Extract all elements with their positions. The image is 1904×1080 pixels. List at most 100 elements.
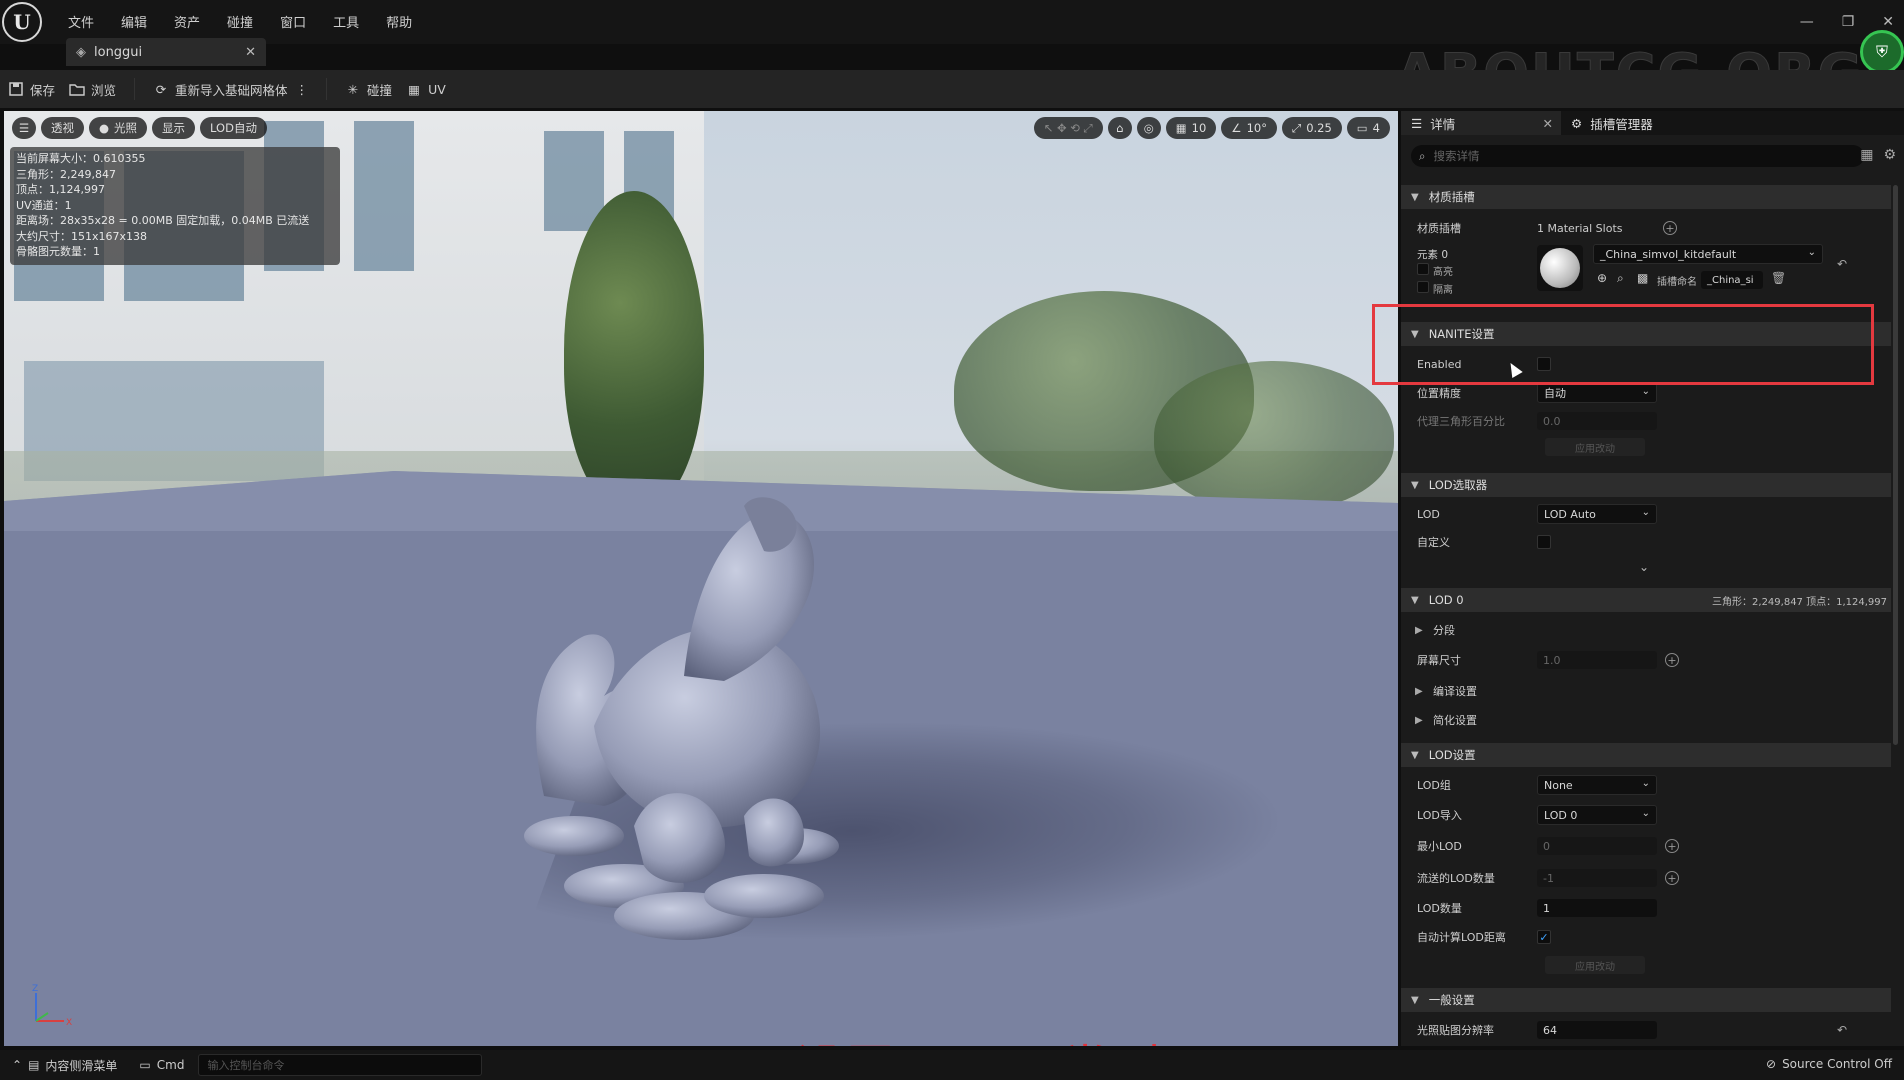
content-drawer-button[interactable]: ⌃ ▤ 内容侧滑菜单 (12, 1057, 117, 1074)
streamed-lod-field[interactable]: -1 (1537, 869, 1657, 887)
lod-select[interactable]: LOD Auto ⌄ (1537, 504, 1657, 524)
chevron-down-icon: ▼ (1411, 594, 1419, 606)
close-icon[interactable]: ✕ (1882, 14, 1894, 30)
terminal-icon: ▭ (139, 1058, 151, 1072)
document-tab[interactable]: ◈ longgui ✕ (66, 38, 266, 66)
delete-icon[interactable]: 🗑 (1771, 271, 1786, 285)
add-slot-icon[interactable]: + (1663, 221, 1677, 235)
reimport-base-mesh-button[interactable]: ⟳ 重新导入基础网格体 ⋮ (153, 80, 308, 99)
more-options-icon[interactable]: ⋮ (296, 82, 309, 97)
material-options-icon[interactable]: ▩ (1637, 271, 1648, 285)
panel-tabs: ☰ 详情 ✕ ⚙ 插槽管理器 (1401, 111, 1904, 135)
lod-count-field[interactable]: 1 (1537, 899, 1657, 917)
chevron-down-icon: ▼ (1411, 749, 1419, 761)
scale-snap-button[interactable]: ⤢ 0.25 (1281, 117, 1342, 139)
tab-close-icon[interactable]: ✕ (1543, 116, 1553, 131)
menu-collision[interactable]: 碰撞 (227, 12, 253, 31)
expand-chevron-icon[interactable]: ⌄ (1639, 560, 1649, 574)
viewport[interactable]: ☰ 透视 ● 光照 显示 LOD自动 ↖ ✥ ⟲ ⤢ ⌂ ◎ ▦ 10 ∠ 10° ⤢… (4, 111, 1398, 1046)
browse-asset-icon[interactable]: ⌕ (1617, 271, 1624, 286)
custom-lod-checkbox[interactable] (1537, 535, 1551, 549)
lit-mode-button[interactable]: ● 光照 (89, 117, 148, 139)
proxy-percent-field[interactable]: 0.0 (1537, 412, 1657, 430)
row-build-settings[interactable]: ▶ 编译设置 (1401, 679, 1891, 703)
uv-button[interactable]: ▦ UV (406, 81, 446, 97)
cmd-button[interactable]: ▭ Cmd (139, 1058, 184, 1072)
tab-details[interactable]: ☰ 详情 ✕ (1401, 111, 1561, 135)
chevron-right-icon: ▶ (1415, 624, 1423, 636)
reset-arrow-icon[interactable]: ↶ (1837, 1023, 1847, 1037)
viewport-menu-button[interactable]: ☰ (12, 117, 36, 139)
row-reduction-settings[interactable]: ▶ 简化设置 (1401, 708, 1891, 732)
add-icon[interactable]: + (1665, 839, 1679, 853)
position-precision-select[interactable]: 自动 ⌄ (1537, 383, 1657, 403)
section-general-settings[interactable]: ▼ 一般设置 (1401, 988, 1891, 1012)
camera-speed-button[interactable]: ▭ 4 (1346, 117, 1390, 139)
slot-name-field[interactable]: _China_si (1701, 271, 1763, 289)
restore-icon[interactable]: ❐ (1842, 14, 1855, 30)
stat-primitive-count: 骨骼图元数量：1 (16, 245, 100, 258)
tab-socket-manager[interactable]: ⚙ 插槽管理器 (1561, 111, 1663, 135)
chevron-down-icon: ⌄ (1641, 507, 1650, 518)
grid-icon: ▦ (1175, 121, 1187, 135)
grid-view-icon[interactable]: ▦ (1860, 147, 1873, 163)
menu-edit[interactable]: 编辑 (121, 12, 147, 31)
row-streamed-lod: 流送的LOD数量 -1 + (1401, 866, 1891, 890)
material-select[interactable]: _China_simvol_kitdefault ⌄ (1593, 244, 1823, 264)
use-selected-icon[interactable]: ⊕ (1597, 271, 1607, 285)
lightmap-resolution-field[interactable]: 64 (1537, 1021, 1657, 1039)
row-apply-lod: 应用改动 (1401, 953, 1891, 977)
console-command-input[interactable]: 输入控制台命令 (198, 1054, 483, 1076)
search-icon: ⌕ (1419, 148, 1426, 163)
lod-import-select[interactable]: LOD 0 ⌄ (1537, 805, 1657, 825)
apply-changes-button[interactable]: 应用改动 (1545, 956, 1645, 974)
apply-changes-button[interactable]: 应用改动 (1545, 438, 1645, 456)
row-lod-count: LOD数量 1 (1401, 896, 1891, 920)
source-control-icon: ⊘ (1766, 1057, 1777, 1071)
tab-close-icon[interactable]: ✕ (245, 45, 256, 60)
menu-window[interactable]: 窗口 (280, 12, 306, 31)
section-lod0[interactable]: ▼ LOD 0 三角形：2,249,847 顶点：1,124,997 (1401, 588, 1891, 612)
row-material-slots: 材质插槽 1 Material Slots + (1401, 216, 1891, 240)
menu-asset[interactable]: 资产 (174, 12, 200, 31)
add-icon[interactable]: + (1665, 871, 1679, 885)
transform-tools-group[interactable]: ↖ ✥ ⟲ ⤢ (1033, 117, 1103, 139)
mesh-icon: ◈ (76, 44, 86, 60)
highlight-checkbox[interactable] (1417, 263, 1429, 275)
main-menu: 文件 编辑 资产 碰撞 窗口 工具 帮助 (44, 0, 439, 31)
screen-size-field[interactable]: 1.0 (1537, 651, 1657, 669)
isolate-checkbox[interactable] (1417, 281, 1429, 293)
section-material-slots[interactable]: ▼ 材质插槽 (1401, 185, 1891, 209)
collision-button[interactable]: ✳ 碰撞 (345, 80, 392, 99)
tutorial-caption: 设置nanite类型 (794, 1029, 1162, 1046)
chevron-down-icon: ▼ (1411, 479, 1419, 491)
auto-lod-distance-checkbox[interactable]: ✓ (1537, 930, 1551, 944)
perspective-button[interactable]: 透视 (41, 117, 84, 139)
document-tab-row: ◈ longgui ✕ (0, 38, 1904, 66)
row-sections[interactable]: ▶ 分段 (1401, 618, 1891, 642)
material-thumbnail[interactable] (1537, 245, 1583, 291)
scale-icon: ⤢ (1291, 120, 1302, 135)
min-lod-field[interactable]: 0 (1537, 837, 1657, 855)
settings-gear-icon[interactable]: ⚙ (1883, 147, 1896, 163)
lod-group-select[interactable]: None ⌄ (1537, 775, 1657, 795)
grid-snap-button[interactable]: ▦ 10 (1165, 117, 1217, 139)
minimize-icon[interactable]: — (1800, 14, 1814, 30)
add-icon[interactable]: + (1665, 653, 1679, 667)
menu-help[interactable]: 帮助 (386, 12, 412, 31)
browse-button[interactable]: 浏览 (69, 80, 116, 99)
details-scrollbar[interactable] (1893, 185, 1898, 745)
reset-arrow-icon[interactable]: ↶ (1837, 257, 1847, 271)
menu-file[interactable]: 文件 (68, 12, 94, 31)
section-lod-settings[interactable]: ▼ LOD设置 (1401, 743, 1891, 767)
show-button[interactable]: 显示 (152, 117, 196, 139)
source-control-button[interactable]: ⊘ Source Control Off (1766, 1057, 1892, 1071)
details-search-input[interactable]: ⌕ 搜索详情 (1411, 145, 1864, 167)
world-local-icon[interactable]: ◎ (1136, 117, 1161, 139)
menu-tools[interactable]: 工具 (333, 12, 359, 31)
surface-snapping-icon[interactable]: ⌂ (1107, 117, 1132, 139)
section-lod-picker[interactable]: ▼ LOD选取器 (1401, 473, 1891, 497)
lod-auto-button[interactable]: LOD自动 (200, 117, 267, 139)
save-button[interactable]: 保存 (8, 80, 55, 99)
rotation-snap-button[interactable]: ∠ 10° (1221, 117, 1277, 139)
